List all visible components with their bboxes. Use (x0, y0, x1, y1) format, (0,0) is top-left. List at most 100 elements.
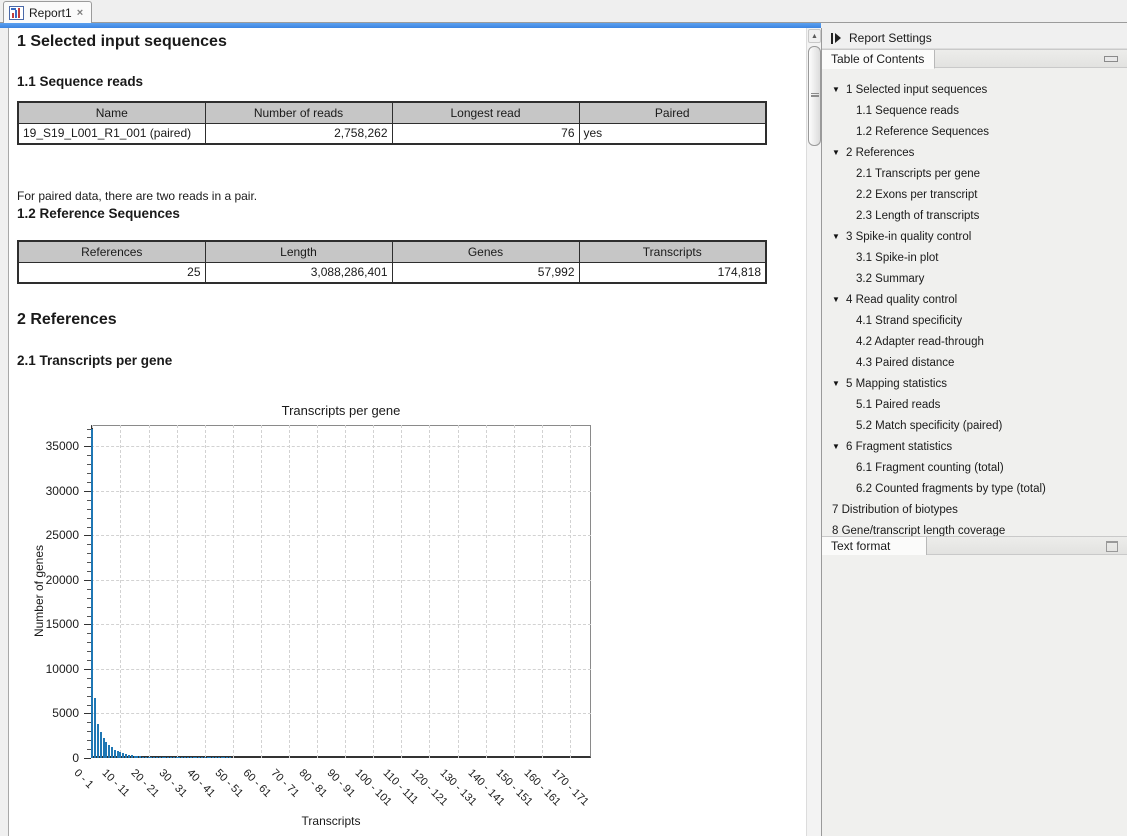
x-tick-label: 10 - 11 (100, 767, 132, 799)
tab-close-icon[interactable]: × (77, 7, 83, 19)
minimize-panel-icon[interactable] (1104, 56, 1118, 62)
toc-item[interactable]: 6.2 Counted fragments by type (total) (822, 478, 1127, 499)
table-header-cell: Paired (579, 102, 766, 123)
text-format-tab[interactable]: Text format (822, 537, 927, 556)
bar (195, 757, 197, 758)
y-tick-label: 10000 (29, 662, 79, 676)
y-tick-label: 0 (29, 751, 79, 765)
sidebar-expand-icon[interactable] (831, 33, 841, 44)
report-chart-icon (9, 6, 24, 20)
x-tick-label: 70 - 71 (269, 767, 302, 800)
y-minor-tick (87, 642, 91, 643)
toc-item[interactable]: 7 Distribution of biotypes (822, 499, 1127, 520)
bar (134, 756, 136, 758)
gridline-vertical (205, 425, 206, 758)
toc-item[interactable]: ▼3 Spike-in quality control (822, 226, 1127, 247)
toc-item[interactable]: ▼2 References (822, 142, 1127, 163)
toc-tab-label: Table of Contents (831, 52, 924, 66)
bar (122, 753, 124, 758)
scrollbar-thumb[interactable] (808, 46, 821, 146)
toc-item-label: 3.1 Spike-in plot (856, 252, 938, 264)
toc-collapse-arrow-icon[interactable]: ▼ (832, 232, 846, 241)
text-format-panel-icon[interactable] (1106, 541, 1118, 552)
report-settings-header[interactable]: Report Settings (822, 28, 1127, 49)
y-minor-tick (87, 616, 91, 617)
gridline-vertical (401, 425, 402, 758)
toc-item[interactable]: 1.1 Sequence reads (822, 100, 1127, 121)
toc-item[interactable]: 4.2 Adapter read-through (822, 331, 1127, 352)
table-row: 19_S19_L001_R1_001 (paired)2,758,26276ye… (18, 123, 766, 144)
gridline-vertical (458, 425, 459, 758)
x-tick-label: 20 - 21 (128, 767, 161, 800)
bar (181, 757, 183, 758)
gridline-horizontal (91, 535, 591, 536)
toc-tab[interactable]: Table of Contents (822, 50, 935, 69)
toc-item[interactable]: 2.1 Transcripts per gene (822, 163, 1127, 184)
toc-item[interactable]: 5.2 Match specificity (paired) (822, 415, 1127, 436)
y-minor-tick (87, 749, 91, 750)
bar (150, 757, 152, 758)
toc-collapse-arrow-icon[interactable]: ▼ (832, 442, 846, 451)
bar (193, 757, 195, 758)
y-minor-tick (87, 437, 91, 438)
sequence-reads-table: NameNumber of readsLongest readPaired19_… (17, 101, 767, 145)
bar (215, 757, 217, 758)
y-tick-label: 35000 (29, 439, 79, 453)
toc-collapse-arrow-icon[interactable]: ▼ (832, 379, 846, 388)
toc-collapse-arrow-icon[interactable]: ▼ (832, 295, 846, 304)
toc-item[interactable]: 4.3 Paired distance (822, 352, 1127, 373)
gridline-horizontal (91, 491, 591, 492)
toc-item[interactable]: ▼5 Mapping statistics (822, 373, 1127, 394)
bar (204, 757, 206, 758)
scroll-up-icon[interactable]: ▲ (808, 29, 821, 43)
toc-item[interactable]: 3.1 Spike-in plot (822, 247, 1127, 268)
bar (114, 750, 116, 758)
toc-item-label: 1 Selected input sequences (846, 84, 987, 96)
toc-item[interactable]: 2.3 Length of transcripts (822, 205, 1127, 226)
y-minor-tick (87, 544, 91, 545)
bar (119, 752, 121, 758)
toc-item-label: 3.2 Summary (856, 273, 924, 285)
bar (142, 757, 144, 758)
bar (164, 757, 166, 758)
toc-item[interactable]: 3.2 Summary (822, 268, 1127, 289)
toc-item[interactable]: 6.1 Fragment counting (total) (822, 457, 1127, 478)
x-tick-label: 30 - 31 (156, 767, 189, 800)
bar (139, 756, 141, 758)
toc-item[interactable]: 1.2 Reference Sequences (822, 121, 1127, 142)
toc-item[interactable]: 4.1 Strand specificity (822, 310, 1127, 331)
bar (218, 757, 220, 758)
y-minor-tick (87, 500, 91, 501)
table-header-cell: Length (205, 241, 392, 262)
toc-item-label: 1.2 Reference Sequences (856, 126, 989, 138)
toc-item-label: 6.2 Counted fragments by type (total) (856, 483, 1046, 495)
toc-collapse-arrow-icon[interactable]: ▼ (832, 148, 846, 157)
y-minor-tick (87, 518, 91, 519)
y-minor-tick (87, 482, 91, 483)
y-minor-tick (87, 571, 91, 572)
toc-item[interactable]: 8 Gene/transcript length coverage (822, 520, 1127, 536)
panel-empty-area (822, 555, 1127, 836)
y-major-tick (84, 580, 91, 581)
table-header-cell: Longest read (392, 102, 579, 123)
table-header-cell: References (18, 241, 205, 262)
toc-collapse-arrow-icon[interactable]: ▼ (832, 85, 846, 94)
toc-item[interactable]: ▼6 Fragment statistics (822, 436, 1127, 457)
report-tab[interactable]: Report1 × (3, 1, 92, 23)
bar (162, 757, 164, 758)
scrollbar-grip (811, 93, 819, 97)
toc-item-label: 4 Read quality control (846, 294, 957, 306)
table-header-cell: Name (18, 102, 205, 123)
x-tick-label: 0 - 1 (72, 767, 96, 791)
gridline-vertical (486, 425, 487, 758)
toc-item[interactable]: ▼4 Read quality control (822, 289, 1127, 310)
toc-item[interactable]: ▼1 Selected input sequences (822, 79, 1127, 100)
y-minor-tick (87, 687, 91, 688)
toc-item[interactable]: 2.2 Exons per transcript (822, 184, 1127, 205)
vertical-scrollbar[interactable]: ▲ (806, 28, 821, 836)
y-major-tick (84, 669, 91, 670)
bar (176, 757, 178, 758)
toc-item-label: 6.1 Fragment counting (total) (856, 462, 1004, 474)
toc-item[interactable]: 5.1 Paired reads (822, 394, 1127, 415)
y-minor-tick (87, 633, 91, 634)
